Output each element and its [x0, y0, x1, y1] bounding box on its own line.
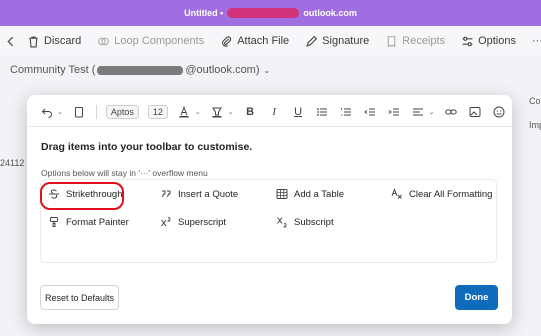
font-size-box[interactable]: 12: [147, 105, 168, 119]
underline-icon[interactable]: U: [291, 105, 306, 120]
paperclip-icon: [222, 35, 232, 47]
compose-ribbon: Discard Loop Components Attach File Sign…: [0, 26, 541, 56]
options-label: Options: [478, 35, 516, 47]
signature-label: Signature: [322, 35, 370, 47]
loop-components-label: Loop Components: [114, 35, 205, 47]
align-chevron-icon[interactable]: ⌄: [429, 108, 435, 116]
highlight-chevron-icon[interactable]: ⌄: [228, 108, 234, 116]
increase-indent-icon[interactable]: [387, 105, 402, 120]
ribbon-more-button[interactable]: ···: [532, 35, 541, 47]
customise-toolbar-dialog: ⌄ Aptos 12 ⌄ ⌄ B I U ⌄ Drag items into y…: [27, 95, 512, 324]
title-bar: Untitled • outlook.com: [0, 0, 541, 26]
from-prefix: Community Test (: [10, 64, 96, 76]
bold-icon[interactable]: B: [243, 105, 258, 120]
attach-file-label: Attach File: [237, 35, 290, 47]
undo-chevron-icon[interactable]: ⌄: [57, 108, 63, 116]
option-label: Clear All Formatting: [409, 188, 493, 200]
attach-file-button[interactable]: Attach File: [220, 35, 289, 48]
align-icon[interactable]: [411, 105, 426, 120]
redacted-address: [97, 65, 184, 75]
option-add-table[interactable]: Add a Table: [276, 188, 344, 200]
option-superscript[interactable]: Superscript: [160, 216, 226, 228]
table-icon: [276, 189, 288, 199]
toolbar-divider: [95, 105, 97, 119]
option-label: Format Painter: [66, 216, 129, 228]
signature-button[interactable]: Signature: [305, 35, 369, 48]
numbering-icon[interactable]: [339, 105, 354, 120]
options-icon: [462, 36, 473, 46]
loop-icon: [98, 37, 110, 45]
highlight-circle-annotation: [40, 182, 124, 210]
chevron-left-icon: [7, 36, 14, 46]
receipt-icon: [387, 35, 396, 47]
font-color-icon[interactable]: [177, 105, 192, 120]
option-label: Subscript: [294, 216, 334, 228]
receipts-button[interactable]: Receipts: [385, 35, 445, 48]
done-button[interactable]: Done: [455, 285, 498, 310]
option-insert-quote[interactable]: Insert a Quote: [160, 188, 238, 200]
collapse-chevron[interactable]: [4, 35, 17, 48]
dialog-heading: Drag items into your toolbar to customis…: [41, 141, 253, 153]
highlight-icon[interactable]: [210, 105, 225, 120]
window-title-prefix: Untitled •: [184, 8, 224, 18]
image-icon[interactable]: [468, 105, 483, 120]
option-clear-all-formatting[interactable]: Clear All Formatting: [391, 188, 492, 200]
chevron-down-icon: ⌄: [263, 65, 271, 75]
italic-icon[interactable]: I: [267, 105, 282, 120]
receipts-label: Receipts: [402, 35, 446, 47]
clear-formatting-icon: [391, 188, 402, 199]
link-icon[interactable]: [444, 105, 459, 120]
option-subscript[interactable]: Subscript: [276, 216, 334, 228]
bullets-icon[interactable]: [315, 105, 330, 120]
from-field[interactable]: Community Test ( @outlook.com) ⌄: [10, 64, 270, 76]
options-button[interactable]: Options: [461, 35, 516, 48]
clipboard-icon[interactable]: [72, 105, 87, 120]
more-icon: ···: [531, 35, 541, 47]
from-suffix: @outlook.com): [185, 64, 260, 76]
option-label: Superscript: [178, 216, 227, 228]
option-label: Insert a Quote: [178, 188, 239, 200]
side-text-left: 24112: [0, 158, 25, 168]
side-text-right-2: Imp: [529, 120, 541, 130]
format-painter-icon: [50, 217, 58, 227]
decrease-indent-icon[interactable]: [363, 105, 378, 120]
trash-icon: [29, 36, 38, 47]
discard-button[interactable]: Discard: [27, 35, 81, 48]
reset-to-defaults-button[interactable]: Reset to Defaults: [40, 285, 119, 310]
font-name-box[interactable]: Aptos: [105, 105, 139, 119]
discard-label: Discard: [44, 35, 82, 47]
toolbar-divider-line: [27, 126, 512, 127]
redacted-email: [227, 8, 300, 18]
loop-components-button[interactable]: Loop Components: [97, 35, 204, 48]
option-label: Add a Table: [294, 188, 345, 200]
side-text-right-1: Co: [529, 96, 541, 106]
dialog-subtext: Options below will stay in '···' overflo…: [41, 168, 208, 178]
formatting-toolbar: ⌄ Aptos 12 ⌄ ⌄ B I U ⌄: [39, 101, 507, 123]
pen-icon: [306, 35, 318, 47]
font-color-chevron-icon[interactable]: ⌄: [195, 108, 201, 116]
subscript-icon: [277, 217, 287, 228]
superscript-icon: [161, 217, 171, 227]
undo-icon[interactable]: [39, 105, 54, 120]
quote-icon: [162, 190, 171, 198]
window-title-suffix: outlook.com: [303, 8, 357, 18]
emoji-icon[interactable]: [492, 105, 507, 120]
option-format-painter[interactable]: Format Painter: [48, 216, 129, 228]
